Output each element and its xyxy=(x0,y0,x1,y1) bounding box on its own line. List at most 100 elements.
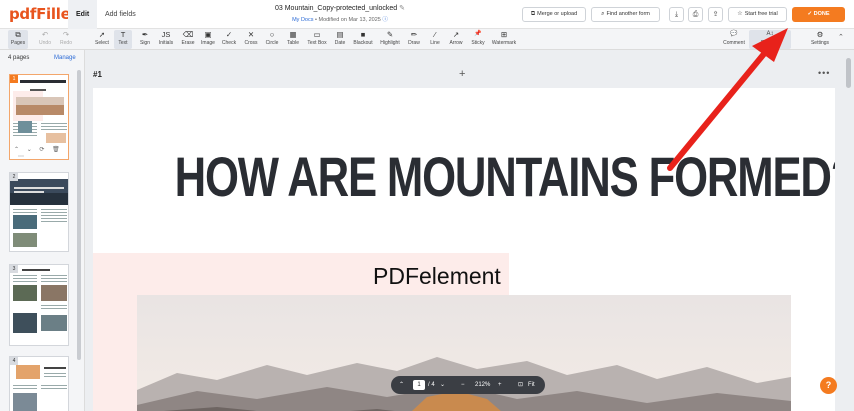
fit-page-icon[interactable]: ⊡ xyxy=(518,376,523,394)
tool-arrow[interactable]: ↗ Arrow xyxy=(447,30,465,49)
page-thumbnail-2[interactable]: 2 xyxy=(9,172,69,252)
merge-upload-button[interactable]: ⧉ Merge or upload xyxy=(522,7,586,22)
document-title[interactable]: 03 Mountain_Copy-protected_unlocked ✎ xyxy=(240,4,440,12)
info-icon[interactable]: ⓘ xyxy=(382,17,388,23)
tool-line[interactable]: ⁄ Line xyxy=(427,30,443,49)
page-number-label: #1 xyxy=(93,70,102,79)
share-button[interactable]: ⇪ xyxy=(708,7,723,22)
add-page-plus-icon[interactable]: + xyxy=(459,68,465,80)
more-icon[interactable]: ⋯ xyxy=(18,154,24,160)
tool-table[interactable]: ▦ Table xyxy=(284,30,302,49)
tool-pages[interactable]: ⧉ Pages xyxy=(8,30,28,49)
page-2-preview xyxy=(10,179,68,247)
check-icon: ✓ xyxy=(807,11,813,17)
find-another-form-button[interactable]: ⌕ Find another form xyxy=(591,7,660,22)
page-more-options-icon[interactable]: ••• xyxy=(818,68,830,78)
redo-icon: ↷ xyxy=(62,30,70,39)
check-icon: ✓ xyxy=(225,30,233,39)
next-page-chevron-icon[interactable]: ⌄ xyxy=(440,376,445,394)
pages-icon: ⧉ xyxy=(15,30,21,39)
cursor-icon: ➚ xyxy=(98,30,106,39)
pages-sidebar: 4 pages Manage 1 ⌃ ⌄ ⟳ 🗑 ⋯ 2 3 4 xyxy=(0,50,85,411)
tool-circle[interactable]: ○ Circle xyxy=(263,30,281,49)
tool-blackout[interactable]: ■ Blackout xyxy=(351,30,375,49)
calendar-icon: ▤ xyxy=(336,30,344,39)
tool-undo[interactable]: ↶ Undo xyxy=(35,30,55,49)
page-thumbnail-4[interactable]: 4 xyxy=(9,356,69,411)
move-up-icon[interactable]: ⌃ xyxy=(14,147,19,153)
tool-watermark[interactable]: ⊞ Watermark xyxy=(489,30,519,49)
download-icon: ⤓ xyxy=(674,11,679,18)
tool-text-box[interactable]: ▭ Text Box xyxy=(305,30,329,49)
star-icon: ☆ xyxy=(737,11,743,17)
tool-check[interactable]: ✓ Check xyxy=(220,30,238,49)
circle-icon: ○ xyxy=(269,30,275,39)
edit-title-icon[interactable]: ✎ xyxy=(399,5,405,12)
modified-date: Modified on Mar 13, 2025 xyxy=(318,17,381,23)
help-button[interactable]: ? xyxy=(820,377,837,394)
thumbnail-page-number: 4 xyxy=(10,357,18,365)
tool-highlight[interactable]: ✎ Highlight xyxy=(378,30,402,49)
canvas-scrollbar[interactable] xyxy=(846,58,851,88)
tab-add-fields[interactable]: Add fields xyxy=(97,0,144,29)
initials-icon: JS xyxy=(161,30,171,39)
tool-date[interactable]: ▤ Date xyxy=(332,30,348,49)
replace-icon: A↕ xyxy=(766,31,774,37)
thumbnail-page-number: 3 xyxy=(10,265,18,273)
tool-draw[interactable]: ✏ Draw xyxy=(405,30,423,49)
my-docs-link[interactable]: My Docs xyxy=(292,17,313,23)
start-free-trial-button[interactable]: ☆ Start free trial xyxy=(728,7,787,22)
rotate-icon[interactable]: ⟳ xyxy=(39,147,44,153)
zoom-in-icon[interactable]: + xyxy=(498,376,502,394)
page-thumbnail-3[interactable]: 3 xyxy=(9,264,69,346)
page-headline[interactable]: HOW ARE MOUNTAINS FORMED? xyxy=(175,144,835,209)
download-button[interactable]: ⤓ xyxy=(669,7,684,22)
fit-label[interactable]: Fit xyxy=(528,376,535,394)
document-page[interactable]: HOW ARE MOUNTAINS FORMED? PDFelement xyxy=(93,88,835,411)
tool-text[interactable]: T Text xyxy=(114,30,132,49)
top-bar: pdfFiller Edit Add fields 03 Mountain_Co… xyxy=(0,0,854,29)
tool-sign[interactable]: ✒ Sign xyxy=(136,30,154,49)
done-button[interactable]: ✓ DONE xyxy=(792,7,845,22)
page-number-input[interactable]: 1 xyxy=(413,380,425,390)
tool-cross[interactable]: ✕ Cross xyxy=(242,30,260,49)
tool-redo[interactable]: ↷ Redo xyxy=(56,30,76,49)
gear-icon: ⚙ xyxy=(816,30,824,39)
tool-settings[interactable]: ⚙ Settings xyxy=(808,30,832,49)
eraser-icon: ⌫ xyxy=(182,30,194,39)
thumbnail-page-number: 2 xyxy=(10,173,18,181)
tab-edit[interactable]: Edit xyxy=(68,0,98,29)
print-icon: ⎙ xyxy=(692,11,699,18)
collapse-toolbar-chevron-icon[interactable]: ⌃ xyxy=(838,33,844,41)
manage-pages-link[interactable]: Manage xyxy=(54,55,76,61)
merge-icon: ⧉ xyxy=(530,11,536,17)
tool-erase[interactable]: ⌫ Erase xyxy=(179,30,197,49)
thumbnail-actions: ⌃ ⌄ ⟳ 🗑 ⋯ xyxy=(14,146,70,160)
tool-sticky[interactable]: 📌 Sticky xyxy=(468,30,488,49)
highlighter-icon: ✎ xyxy=(386,30,394,39)
sticky-icon: 📌 xyxy=(474,31,482,37)
tool-comment[interactable]: 💬 Comment xyxy=(721,30,747,49)
comment-icon: 💬 xyxy=(730,31,738,37)
sign-icon: ✒ xyxy=(141,30,149,39)
zoom-out-icon[interactable]: − xyxy=(461,376,465,394)
prev-page-chevron-icon[interactable]: ⌃ xyxy=(399,376,404,394)
zoom-level[interactable]: 212% xyxy=(475,376,490,394)
sidebar-scrollbar[interactable] xyxy=(77,70,81,360)
trash-icon[interactable]: 🗑 xyxy=(52,147,60,153)
search-doc-icon: ⌕ xyxy=(601,11,605,17)
tool-replace[interactable]: A↕ Replace xyxy=(749,30,791,49)
tools-toolbar: ⧉ Pages ↶ Undo ↷ Redo ➚ Select T Text ✒ Sign J… xyxy=(0,29,854,50)
tool-select[interactable]: ➚ Select xyxy=(92,30,112,49)
cross-icon: ✕ xyxy=(247,30,255,39)
print-button[interactable]: ⎙ xyxy=(688,7,703,22)
move-down-icon[interactable]: ⌄ xyxy=(27,147,32,153)
pencil-icon: ✏ xyxy=(410,30,418,39)
tool-initials[interactable]: JS Initials xyxy=(156,30,176,49)
page-3-preview xyxy=(13,269,67,333)
blackout-icon: ■ xyxy=(360,30,366,39)
watermark-text[interactable]: PDFelement xyxy=(373,263,501,290)
page-count: 4 pages xyxy=(8,55,30,61)
tool-image[interactable]: ▣ Image xyxy=(199,30,217,49)
text-icon: T xyxy=(120,30,126,39)
